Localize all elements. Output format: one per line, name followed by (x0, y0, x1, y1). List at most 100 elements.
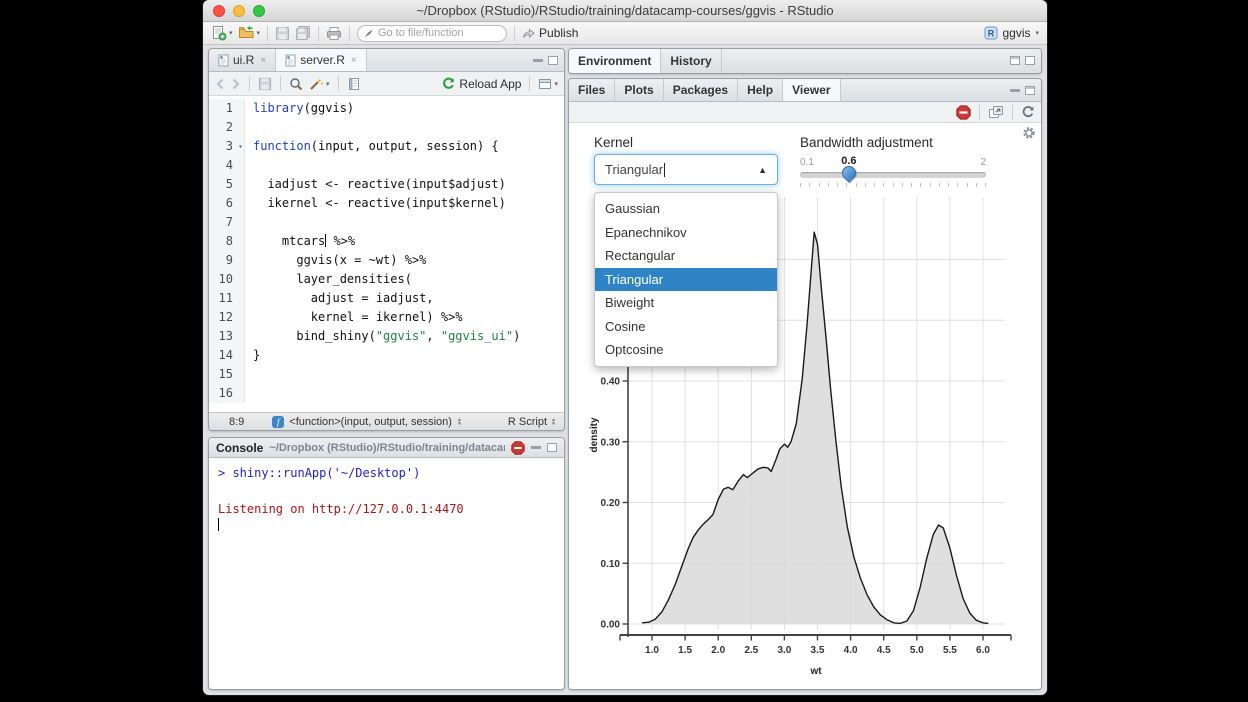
code-segment: } (253, 348, 260, 362)
close-tab-icon[interactable]: × (260, 55, 266, 66)
code-line[interactable]: 13 bind_shiny("ggvis", "ggvis_ui") (209, 327, 564, 346)
doc-type-selector[interactable]: R Script ▲▼ (508, 416, 556, 428)
pane-window-buttons (1010, 79, 1035, 102)
gear-icon[interactable] (1022, 126, 1036, 140)
code-line[interactable]: 3▾function(input, output, session) { (209, 137, 564, 156)
maximize-pane-icon[interactable] (548, 56, 558, 65)
maximize-pane-icon[interactable] (1025, 56, 1035, 65)
refresh-icon[interactable] (1021, 105, 1035, 119)
new-file-button[interactable]: ▾ (211, 25, 233, 41)
code-line[interactable]: 5 iadjust <- reactive(input$adjust) (209, 175, 564, 194)
code-line[interactable]: 9 ggvis(x = ~wt) %>% (209, 251, 564, 270)
close-tab-icon[interactable]: × (351, 55, 357, 66)
code-line[interactable]: 2 (209, 118, 564, 137)
tab-environment[interactable]: Environment (569, 49, 661, 73)
code-line[interactable]: 15 (209, 365, 564, 384)
line-number: 14 (209, 346, 245, 365)
forward-icon[interactable] (231, 78, 241, 90)
console-cursor (218, 518, 219, 531)
slider-track[interactable] (800, 172, 986, 178)
maximize-pane-icon[interactable] (547, 443, 557, 452)
code-text (245, 213, 253, 232)
restore-pane-icon[interactable] (1010, 56, 1020, 65)
fold-arrow-icon[interactable]: ▾ (238, 137, 243, 156)
tab-history[interactable]: History (661, 49, 721, 73)
editor-tab-server.R[interactable]: server.R× (276, 49, 367, 71)
print-icon[interactable] (326, 26, 342, 41)
goto-file-input[interactable] (378, 27, 500, 39)
dropdown-option[interactable]: Epanechnikov (595, 221, 777, 245)
minimize-pane-icon[interactable] (531, 446, 541, 449)
code-tools-button[interactable]: ▾ (309, 77, 330, 91)
tab-viewer[interactable]: Viewer (783, 79, 840, 101)
zoom-window-icon[interactable] (253, 5, 265, 17)
tab-files[interactable]: Files (569, 79, 615, 101)
code-line[interactable]: 7 (209, 213, 564, 232)
close-window-icon[interactable] (213, 5, 225, 17)
toolbar-separator (1012, 105, 1013, 120)
toolbar-separator (318, 26, 319, 41)
back-icon[interactable] (215, 78, 225, 90)
tab-packages[interactable]: Packages (664, 79, 738, 101)
code-line[interactable]: 1library(ggvis) (209, 99, 564, 118)
code-line[interactable]: 8 mtcars %>% (209, 232, 564, 251)
code-line[interactable]: 12 kernel = ikernel) %>% (209, 308, 564, 327)
dropdown-option[interactable]: Biweight (595, 291, 777, 315)
console-output[interactable]: > shiny::runApp('~/Desktop') Listening o… (209, 458, 564, 542)
stop-icon[interactable] (511, 441, 525, 455)
code-line[interactable]: 16 (209, 384, 564, 403)
dropdown-option[interactable]: Cosine (595, 315, 777, 339)
bandwidth-slider[interactable]: 0.1 0.6 2 (800, 157, 986, 191)
project-menu-button[interactable]: R ggvis ▾ (984, 26, 1039, 40)
project-icon: R (984, 26, 998, 40)
find-icon[interactable] (289, 77, 303, 91)
compile-notebook-icon[interactable] (347, 77, 360, 91)
dropdown-option[interactable]: Triangular (595, 268, 777, 292)
reload-app-button[interactable]: Reload App (442, 77, 521, 91)
code-line[interactable]: 11 adjust = iadjust, (209, 289, 564, 308)
dropdown-option[interactable]: Gaussian (595, 197, 777, 221)
main-toolbar: ▾ ▾ Publish R ggvis ▾ (203, 22, 1047, 45)
save-icon[interactable] (275, 26, 290, 41)
code-segment: iadjust <- reactive(input$adjust) (253, 177, 506, 191)
minimize-window-icon[interactable] (233, 5, 245, 17)
code-line[interactable]: 14} (209, 346, 564, 365)
dropdown-option[interactable]: Optcosine (595, 338, 777, 362)
dropdown-option[interactable]: Rectangular (595, 244, 777, 268)
chevron-down-icon: ▾ (326, 80, 330, 88)
minimize-pane-icon[interactable] (533, 59, 543, 62)
line-number: 7 (209, 213, 245, 232)
doc-type-label: R Script (508, 416, 547, 428)
panel-layout-button[interactable]: ▾ (538, 78, 558, 90)
title-bar[interactable]: ~/Dropbox (RStudio)/RStudio/training/dat… (203, 0, 1047, 22)
line-number: 16 (209, 384, 245, 403)
code-line[interactable]: 4 (209, 156, 564, 175)
line-number: 15 (209, 365, 245, 384)
code-text (245, 384, 253, 403)
code-line[interactable]: 6 ikernel <- reactive(input$kernel) (209, 194, 564, 213)
open-file-button[interactable]: ▾ (238, 25, 261, 41)
x-axis-title: wt (809, 666, 822, 677)
line-number: 2 (209, 118, 245, 137)
y-axis-title: density (589, 417, 600, 452)
editor-tab-ui.R[interactable]: ui.R× (209, 49, 276, 71)
code-editor[interactable]: 1library(ggvis)23▾function(input, output… (209, 97, 564, 412)
scope-selector[interactable]: f <function>(input, output, session) ▲▼ (272, 416, 462, 428)
kernel-select[interactable]: Triangular ▲ (594, 154, 778, 185)
code-text: bind_shiny("ggvis", "ggvis_ui") (245, 327, 520, 346)
open-in-new-window-icon[interactable] (988, 105, 1004, 119)
document-icon (218, 54, 229, 67)
tab-plots[interactable]: Plots (615, 79, 663, 101)
code-segment: layer_densities( (253, 272, 412, 286)
code-line[interactable]: 10 layer_densities( (209, 270, 564, 289)
maximize-pane-icon[interactable] (1025, 86, 1035, 95)
publish-button[interactable]: Publish (522, 26, 578, 40)
code-text: adjust = iadjust, (245, 289, 434, 308)
publish-icon (522, 27, 535, 39)
save-all-icon[interactable] (295, 26, 311, 41)
minimize-pane-icon[interactable] (1010, 89, 1020, 92)
stop-app-icon[interactable] (956, 105, 971, 120)
goto-file-search[interactable] (357, 25, 507, 42)
save-document-icon[interactable] (258, 77, 272, 91)
tab-help[interactable]: Help (738, 79, 783, 101)
